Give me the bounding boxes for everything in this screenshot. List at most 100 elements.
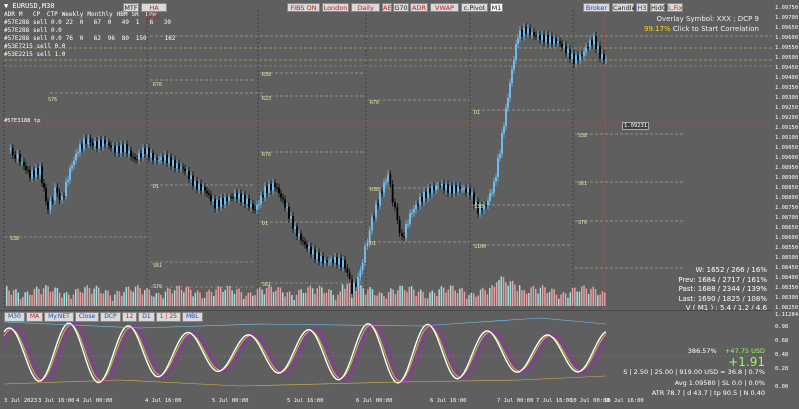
- toolbar-button-london[interactable]: London: [322, 3, 349, 12]
- volume-bar: [293, 299, 295, 306]
- candle-body: [398, 219, 401, 234]
- range-prev: Prev: 1684 / 2717 / 161%: [678, 275, 767, 284]
- volume-bar: [316, 288, 318, 306]
- volume-bar: [341, 284, 344, 306]
- order-label: #57E3188 tp: [4, 118, 41, 124]
- indicator-button-mbl[interactable]: MBL: [182, 312, 203, 322]
- volume-bar: [291, 295, 293, 306]
- volume-bar: [569, 292, 571, 306]
- toolbar-button-ha-m30[interactable]: HA M30: [141, 3, 167, 21]
- toolbar-button-broker[interactable]: Broker: [583, 3, 610, 12]
- candle-body: [342, 260, 344, 267]
- candle-body: [188, 170, 190, 180]
- toolbar-button-mtf[interactable]: MTF: [123, 3, 139, 12]
- indicator-button-d1[interactable]: D1: [138, 312, 155, 322]
- candle-body: [589, 40, 591, 48]
- indicator-button-close[interactable]: Close: [74, 312, 100, 322]
- toolbar-button-h3[interactable]: H3: [636, 3, 648, 12]
- stats-cell: [83, 43, 93, 51]
- stats-cell: [111, 51, 121, 59]
- volume-bar: [305, 292, 307, 306]
- candle-body: [51, 200, 54, 202]
- indicator-button-m30[interactable]: M30: [4, 312, 25, 322]
- volume-bar: [482, 287, 484, 306]
- volume-bar: [91, 293, 93, 306]
- volume-bar: [443, 287, 445, 306]
- candle-body: [443, 183, 445, 190]
- volume-bar: [54, 287, 56, 306]
- indicator-button-dcp[interactable]: DCP: [100, 312, 121, 322]
- candle-body: [555, 38, 557, 44]
- toolbar-button-c-pivot[interactable]: c.Pivot: [461, 3, 488, 12]
- candle-body: [298, 233, 300, 237]
- stats-cell: 49: [121, 19, 130, 26]
- toolbar-button-l-fix[interactable]: L.Fix: [667, 3, 683, 12]
- toolbar-button-m1[interactable]: M1: [490, 3, 503, 12]
- stats-cell: [164, 27, 174, 35]
- indicator-button-my-net[interactable]: My.NET: [44, 312, 74, 322]
- toolbar-button-hido[interactable]: HidO: [650, 3, 667, 12]
- volume-bar: [279, 287, 282, 306]
- candle-body: [112, 146, 114, 148]
- volume-bar: [256, 289, 259, 306]
- candle-body: [198, 183, 200, 190]
- candle-body: [120, 144, 122, 153]
- candle-body: [11, 148, 14, 155]
- indicator-button-ma[interactable]: MA: [25, 312, 44, 322]
- candle-body: [423, 192, 425, 202]
- candle-body: [25, 166, 27, 170]
- volume-bar: [601, 291, 604, 306]
- volume-bar: [399, 285, 401, 306]
- candle-body: [54, 187, 56, 201]
- stats-cell: #57E288 sell 0.0: [4, 27, 62, 34]
- candle-body: [176, 163, 178, 169]
- volume-bar: [314, 293, 316, 306]
- indicator-button-1-25[interactable]: 1 | 25: [155, 312, 181, 322]
- toolbar-button-vwap[interactable]: VWAP: [430, 3, 459, 12]
- volume-bar: [348, 279, 351, 306]
- volume-bar: [449, 285, 452, 306]
- toolbar-button-ae[interactable]: AE: [382, 3, 392, 12]
- candle-body: [21, 161, 23, 163]
- candle-body: [210, 194, 212, 202]
- candle-body: [445, 184, 447, 190]
- volume-bar: [213, 295, 215, 306]
- candle-body: [565, 45, 567, 54]
- price-tick-label: 1.09200: [775, 115, 799, 121]
- volume-bar: [40, 294, 42, 306]
- stats-cell: 1: [135, 19, 140, 26]
- price-tick-label: 1.09400: [775, 75, 799, 81]
- candle-body: [124, 144, 126, 153]
- volume-bar: [489, 288, 491, 306]
- indicator-button-12[interactable]: 12: [121, 312, 138, 322]
- candle-body: [489, 193, 491, 201]
- candle-body: [27, 169, 29, 171]
- time-tick-label: 10 Jul 16:00: [604, 398, 644, 404]
- candle-body: [469, 188, 471, 196]
- price-tick-label: 1.09500: [775, 55, 799, 61]
- candle-body: [396, 207, 399, 220]
- candle-body: [507, 97, 509, 108]
- time-tick-label: 6 Jul 16:00: [430, 398, 467, 404]
- volume-bar: [468, 294, 470, 306]
- volume-bar: [134, 286, 137, 306]
- overlay-symbol-info[interactable]: Overlay Symbol: XXX ; DCP 9 99.17% Click…: [644, 14, 759, 34]
- toolbar-button-g70[interactable]: G70: [393, 3, 409, 12]
- candle-body: [192, 175, 194, 186]
- toolbar-button-adr[interactable]: ADR: [410, 3, 428, 12]
- candle-body: [306, 244, 308, 249]
- volume-bar: [514, 284, 516, 306]
- toolbar-button-candle[interactable]: Candle: [612, 3, 636, 12]
- volume-bar: [173, 290, 176, 306]
- candle-body: [106, 142, 108, 145]
- price-tick-label: 1.09350: [775, 85, 799, 91]
- candle-body: [218, 200, 220, 207]
- toolbar-button-daily[interactable]: Daily: [351, 3, 380, 12]
- volume-bar: [500, 276, 502, 306]
- volume-bar: [84, 287, 86, 306]
- toolbar-button-fibs-on[interactable]: FIBS ON: [287, 3, 320, 12]
- volume-bar: [309, 285, 312, 306]
- candle-body: [439, 185, 441, 187]
- candle-body: [601, 53, 603, 59]
- price-tick-label: 1.08900: [775, 175, 799, 181]
